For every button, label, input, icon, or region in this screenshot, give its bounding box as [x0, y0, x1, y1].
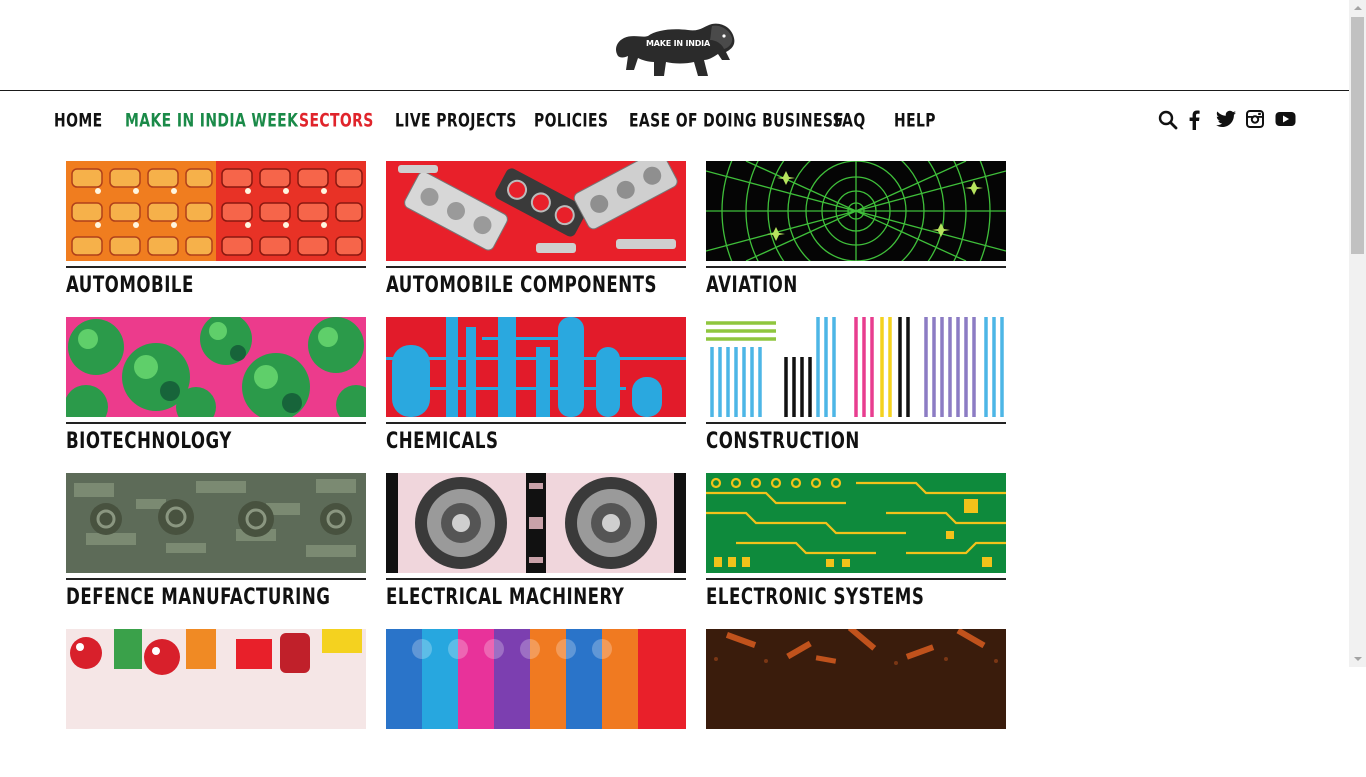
logo-text: MAKE IN INDIA — [646, 39, 710, 48]
sector-image-chemicals — [386, 317, 686, 417]
nav-policies[interactable]: POLICIES — [534, 110, 608, 131]
sector-label[interactable]: DEFENCE MANUFACTURING — [66, 585, 330, 610]
youtube-icon[interactable] — [1275, 110, 1296, 132]
tile-rule — [706, 266, 1006, 268]
scroll-thumb[interactable] — [1351, 17, 1364, 254]
instagram-icon[interactable] — [1246, 110, 1264, 132]
sector-image-automobile — [66, 161, 366, 261]
sector-label[interactable]: ELECTRONIC SYSTEMS — [706, 585, 924, 610]
header-divider — [0, 90, 1349, 91]
sector-image-electrical-machinery — [386, 473, 686, 573]
sector-tile-electronic-systems[interactable]: ELECTRONIC SYSTEMS — [706, 473, 1006, 621]
sector-tile-automobile-components[interactable]: AUTOMOBILE COMPONENTS — [386, 161, 686, 309]
tile-rule — [386, 422, 686, 424]
sector-label[interactable]: CHEMICALS — [386, 429, 498, 454]
sector-tile-construction[interactable]: CONSTRUCTION — [706, 317, 1006, 465]
tile-rule — [706, 422, 1006, 424]
search-icon[interactable] — [1158, 110, 1178, 134]
scroll-down-arrow-icon[interactable] — [1349, 650, 1366, 667]
twitter-icon[interactable] — [1216, 110, 1236, 132]
site-header: MAKE IN INDIA — [0, 0, 1349, 90]
sector-image-rainbow — [386, 629, 686, 729]
tile-rule — [386, 578, 686, 580]
sector-tile-texture[interactable] — [706, 629, 1006, 777]
tile-rule — [66, 422, 366, 424]
sector-image-food — [66, 629, 366, 729]
sector-tile-rainbow[interactable] — [386, 629, 686, 777]
sector-tile-electrical-machinery[interactable]: ELECTRICAL MACHINERY — [386, 473, 686, 621]
sector-tile-biotechnology[interactable]: BIOTECHNOLOGY — [66, 317, 366, 465]
nav-sectors[interactable]: SECTORS — [299, 110, 374, 131]
tile-rule — [66, 578, 366, 580]
nav-help[interactable]: HELP — [894, 110, 936, 131]
sector-tile-aviation[interactable]: AVIATION — [706, 161, 1006, 309]
sector-image-electronic-systems — [706, 473, 1006, 573]
sector-label[interactable]: CONSTRUCTION — [706, 429, 860, 454]
sector-image-texture — [706, 629, 1006, 729]
sector-label[interactable]: ELECTRICAL MACHINERY — [386, 585, 624, 610]
sector-label[interactable]: AUTOMOBILE COMPONENTS — [386, 273, 657, 298]
tile-rule — [386, 266, 686, 268]
nav-live-projects[interactable]: LIVE PROJECTS — [395, 110, 517, 131]
sector-tile-chemicals[interactable]: CHEMICALS — [386, 317, 686, 465]
nav-faq[interactable]: FAQ — [834, 110, 866, 131]
sector-tile-automobile[interactable]: AUTOMOBILE — [66, 161, 366, 309]
nav-home[interactable]: HOME — [54, 110, 103, 131]
sector-image-biotechnology — [66, 317, 366, 417]
sector-tile-defence-manufacturing[interactable]: DEFENCE MANUFACTURING — [66, 473, 366, 621]
sector-image-automobile-components — [386, 161, 686, 261]
sector-tile-food[interactable] — [66, 629, 366, 777]
sector-image-construction — [706, 317, 1006, 417]
make-in-india-logo[interactable]: MAKE IN INDIA — [612, 16, 738, 80]
sector-image-aviation — [706, 161, 1006, 261]
facebook-icon[interactable] — [1188, 110, 1200, 134]
sector-image-defence-manufacturing — [66, 473, 366, 573]
sector-label[interactable]: AVIATION — [706, 273, 798, 298]
nav-make-in-india-week[interactable]: MAKE IN INDIA WEEK — [125, 110, 298, 131]
tile-rule — [66, 266, 366, 268]
sector-label[interactable]: AUTOMOBILE — [66, 273, 194, 298]
scroll-up-arrow-icon[interactable] — [1349, 0, 1366, 17]
page-scrollbar[interactable] — [1349, 0, 1366, 667]
tile-rule — [706, 578, 1006, 580]
sector-label[interactable]: BIOTECHNOLOGY — [66, 429, 232, 454]
nav-ease-of-doing-business[interactable]: EASE OF DOING BUSINESS — [629, 110, 843, 131]
